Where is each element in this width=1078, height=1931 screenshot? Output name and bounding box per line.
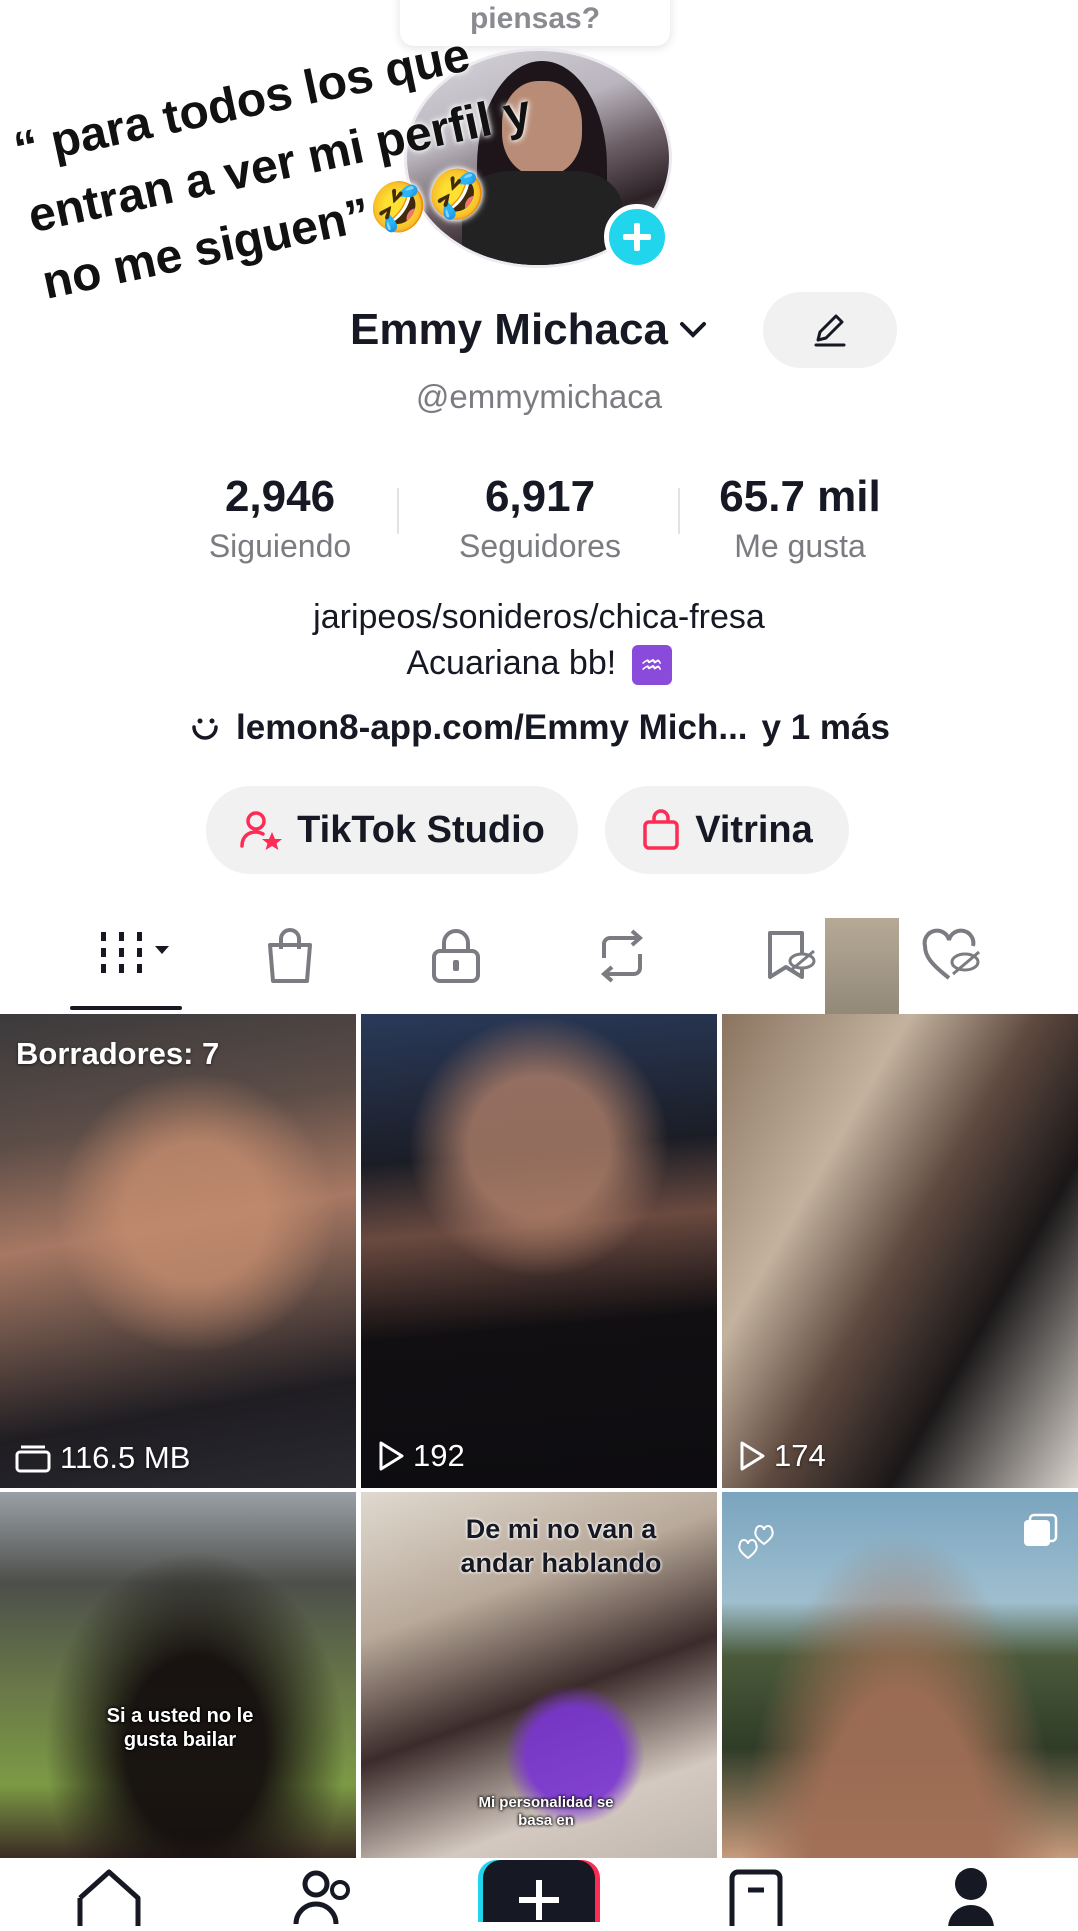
content-tabs [0,900,1078,1010]
bio-line: Acuariana bb! ♒ [0,644,1078,686]
display-name: Emmy Michaca [350,305,668,354]
bookmark-hidden-icon [768,931,816,979]
studio-label: TikTok Studio [297,808,545,851]
view-count-value: 192 [413,1438,465,1473]
edit-profile-button[interactable] [763,292,897,368]
tiktok-studio-button[interactable]: TikTok Studio [206,786,578,874]
stat-divider [678,488,680,534]
active-tab-indicator [70,1006,182,1010]
meme-caption: Si a usted no le gusta bailar [106,1705,254,1751]
video-tile[interactable]: 192 [361,1014,717,1488]
bio-text: Acuariana bb! [406,644,617,682]
meme-caption: Mi personalidad se basa en [478,1794,614,1829]
profile-icon [948,1868,994,1928]
aquarius-emoji: ♒ [631,645,672,686]
stat-label: Seguidores [459,528,621,564]
stack-icon [15,1445,51,1473]
shopping-bag-icon [268,928,312,983]
stat-likes[interactable]: 65.7 mil Me gusta [670,472,930,565]
stat-value: 2,946 [224,472,336,521]
link-more: y 1 más [761,708,890,747]
username-row[interactable]: Emmy Michaca [350,302,708,358]
view-count: 192 [377,1438,465,1474]
stat-value: 6,917 [484,472,596,521]
tab-reposts[interactable] [582,926,662,986]
stat-followers[interactable]: 6,917 Seguidores [410,472,670,565]
user-star-icon [240,811,283,850]
stat-following[interactable]: 2,946 Siguiendo [150,472,410,565]
link-icon [192,718,218,740]
home-icon [77,1869,141,1926]
shopping-bag-icon [643,809,679,850]
drafts-count: Borradores: 7 [16,1036,220,1071]
bottom-navbar [0,1858,1078,1931]
showcase-label: Vitrina [695,808,813,851]
tab-shop[interactable] [250,926,330,986]
pencil-icon [814,314,846,347]
showcase-button[interactable]: Vitrina [605,786,849,874]
video-tile[interactable]: De mi no van a andar hablando Mi persona… [361,1492,717,1858]
bio-link[interactable]: lemon8-app.com/Emmy Mich... y 1 más [0,708,1078,748]
plus-icon [623,223,651,251]
nav-home[interactable] [74,1866,144,1931]
add-story-button[interactable] [604,204,670,270]
lock-icon [432,929,480,983]
draft-tile[interactable]: Borradores: 7 116.5 MB [0,1014,356,1488]
tab-favorites[interactable] [750,926,830,986]
drafts-size: 116.5 MB [14,1440,190,1476]
bio-line: jaripeos/sonideros/chica-fresa [313,598,765,636]
nav-profile[interactable] [946,1866,996,1931]
stat-label: Me gusta [734,528,866,564]
stat-value: 65.7 mil [719,472,881,521]
inbox-icon [729,1869,783,1931]
nav-inbox[interactable] [726,1866,786,1931]
drafts-size-value: 116.5 MB [60,1440,191,1475]
photo-tile[interactable] [722,1492,1078,1858]
video-tile[interactable]: 174 [722,1014,1078,1488]
create-plus-icon [478,1860,600,1931]
profile-handle: @emmymichaca [415,378,663,415]
play-icon [379,1441,404,1471]
friends-icon [293,1870,350,1925]
tab-liked[interactable] [912,926,992,986]
tab-private[interactable] [416,926,496,986]
chevron-down-icon [679,322,706,338]
view-count-value: 174 [774,1438,826,1473]
stats-row: 2,946 Siguiendo 6,917 Seguidores 65.7 mi… [150,472,930,565]
heart-hidden-icon [922,928,980,980]
nav-create[interactable] [478,1860,600,1931]
overlay-caption: “ para todos los que entran a ver mi per… [8,0,657,318]
play-icon [740,1441,765,1471]
repost-icon [600,929,644,983]
meme-caption: De mi no van a andar hablando [460,1514,662,1578]
video-tile[interactable]: Si a usted no le gusta bailar [0,1492,356,1858]
link-text: lemon8-app.com/Emmy Mich... [236,708,748,747]
nav-friends[interactable] [290,1866,360,1931]
grid-bars-icon [101,932,169,973]
stat-label: Siguiendo [208,528,352,564]
view-count: 174 [738,1438,826,1474]
stat-divider [397,488,399,534]
tab-videos[interactable] [92,926,182,986]
